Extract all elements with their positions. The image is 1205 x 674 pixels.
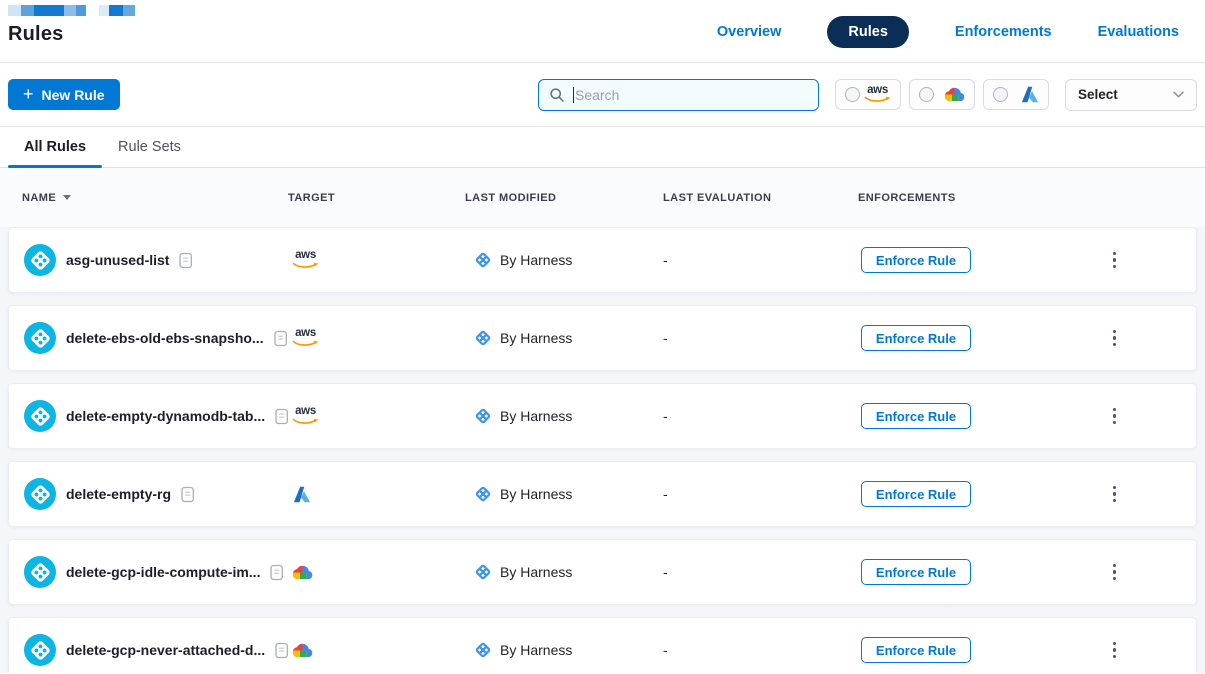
kebab-menu-icon[interactable] [1107, 482, 1122, 506]
column-header-name[interactable]: NAME [22, 192, 288, 204]
rule-name: delete-gcp-never-attached-d... [66, 642, 265, 658]
enforce-rule-button[interactable]: Enforce Rule [861, 325, 971, 351]
target-provider-icon [292, 642, 313, 659]
table-row[interactable]: asg-unused-list aws By Harness - Enforce… [8, 227, 1197, 293]
search-placeholder: Search [575, 87, 619, 103]
azure-radio[interactable] [993, 87, 1008, 102]
tab-all-rules[interactable]: All Rules [8, 129, 102, 167]
new-rule-button[interactable]: + New Rule [8, 79, 120, 110]
last-evaluation-text: - [663, 330, 668, 346]
aws-icon: aws [864, 85, 891, 105]
last-modified-text: By Harness [500, 408, 572, 424]
last-evaluation-text: - [663, 408, 668, 424]
rule-icon [24, 322, 56, 354]
gcp-icon [944, 86, 965, 103]
last-modified-text: By Harness [500, 564, 572, 580]
plus-icon: + [23, 85, 34, 103]
kebab-menu-icon[interactable] [1107, 560, 1122, 584]
copy-icon[interactable] [270, 564, 284, 581]
target-provider-icon [292, 564, 313, 581]
kebab-menu-icon[interactable] [1107, 404, 1122, 428]
target-provider-icon: aws [292, 250, 319, 270]
select-dropdown[interactable]: Select [1065, 79, 1197, 111]
search-input[interactable]: Search [538, 79, 819, 111]
toolbar: + New Rule Search aws Select [0, 63, 1205, 127]
table-row[interactable]: delete-empty-rg By Harness - Enforce Rul… [8, 461, 1197, 527]
copy-icon[interactable] [274, 330, 288, 347]
page-header: Rules Overview Rules Enforcements Evalua… [0, 0, 1205, 63]
enforce-rule-button[interactable]: Enforce Rule [861, 481, 971, 507]
top-nav: Overview Rules Enforcements Evaluations [717, 0, 1179, 62]
page-title: Rules [8, 23, 135, 46]
harness-icon [475, 408, 492, 425]
last-evaluation-text: - [663, 642, 668, 658]
kebab-menu-icon[interactable] [1107, 248, 1122, 272]
select-value: Select [1078, 87, 1118, 102]
rules-table-body: asg-unused-list aws By Harness - Enforce… [0, 227, 1205, 673]
text-cursor [573, 87, 574, 103]
harness-icon [475, 486, 492, 503]
rule-icon [24, 244, 56, 276]
last-evaluation-text: - [663, 564, 668, 580]
table-header: NAME TARGET LAST MODIFIED LAST EVALUATIO… [0, 168, 1205, 227]
target-provider-icon [292, 486, 311, 503]
kebab-menu-icon[interactable] [1107, 326, 1122, 350]
last-evaluation-text: - [663, 252, 668, 268]
enforce-rule-button[interactable]: Enforce Rule [861, 247, 971, 273]
rule-icon [24, 400, 56, 432]
table-row[interactable]: delete-empty-dynamodb-tab... aws By Harn… [8, 383, 1197, 449]
table-row[interactable]: delete-gcp-idle-compute-im... By Harness… [8, 539, 1197, 605]
last-modified-text: By Harness [500, 252, 572, 268]
azure-icon [1020, 86, 1039, 103]
sort-caret-icon [63, 195, 71, 200]
rule-icon [24, 634, 56, 666]
search-icon [549, 87, 565, 103]
last-modified-text: By Harness [500, 330, 572, 346]
target-provider-icon: aws [292, 406, 319, 426]
target-provider-icon: aws [292, 328, 319, 348]
harness-icon [475, 564, 492, 581]
rule-icon [24, 478, 56, 510]
provider-filter-azure[interactable] [983, 79, 1049, 110]
last-modified-text: By Harness [500, 642, 572, 658]
nav-tab-rules[interactable]: Rules [827, 16, 909, 48]
table-row[interactable]: delete-ebs-old-ebs-snapsho... aws By Har… [8, 305, 1197, 371]
last-modified-text: By Harness [500, 486, 572, 502]
rule-name: asg-unused-list [66, 252, 169, 268]
nav-tab-enforcements[interactable]: Enforcements [955, 24, 1052, 40]
nav-tab-evaluations[interactable]: Evaluations [1098, 24, 1179, 40]
tab-rule-sets[interactable]: Rule Sets [102, 129, 197, 167]
copy-icon[interactable] [181, 486, 195, 503]
copy-icon[interactable] [179, 252, 193, 269]
gcp-radio[interactable] [919, 87, 934, 102]
table-row[interactable]: delete-gcp-never-attached-d... By Harnes… [8, 617, 1197, 673]
aws-radio[interactable] [845, 87, 860, 102]
harness-icon [475, 330, 492, 347]
enforce-rule-button[interactable]: Enforce Rule [861, 637, 971, 663]
provider-filter-gcp[interactable] [909, 79, 975, 110]
rule-name: delete-empty-rg [66, 486, 171, 502]
last-evaluation-text: - [663, 486, 668, 502]
harness-icon [475, 252, 492, 269]
rule-icon [24, 556, 56, 588]
breadcrumb [8, 5, 135, 16]
column-header-last-evaluation: LAST EVALUATION [663, 192, 858, 204]
column-header-target: TARGET [288, 192, 465, 204]
rules-tabs: All Rules Rule Sets [0, 127, 1205, 168]
harness-icon [475, 642, 492, 659]
provider-filter-aws[interactable]: aws [835, 79, 901, 110]
rule-name: delete-gcp-idle-compute-im... [66, 564, 260, 580]
new-rule-label: New Rule [42, 87, 105, 103]
chevron-down-icon [1173, 91, 1184, 98]
enforce-rule-button[interactable]: Enforce Rule [861, 403, 971, 429]
column-header-last-modified: LAST MODIFIED [465, 192, 663, 204]
rule-name: delete-empty-dynamodb-tab... [66, 408, 265, 424]
column-header-enforcements: ENFORCEMENTS [858, 192, 1090, 204]
nav-tab-overview[interactable]: Overview [717, 24, 782, 40]
kebab-menu-icon[interactable] [1107, 638, 1122, 662]
rule-name: delete-ebs-old-ebs-snapsho... [66, 330, 264, 346]
enforce-rule-button[interactable]: Enforce Rule [861, 559, 971, 585]
